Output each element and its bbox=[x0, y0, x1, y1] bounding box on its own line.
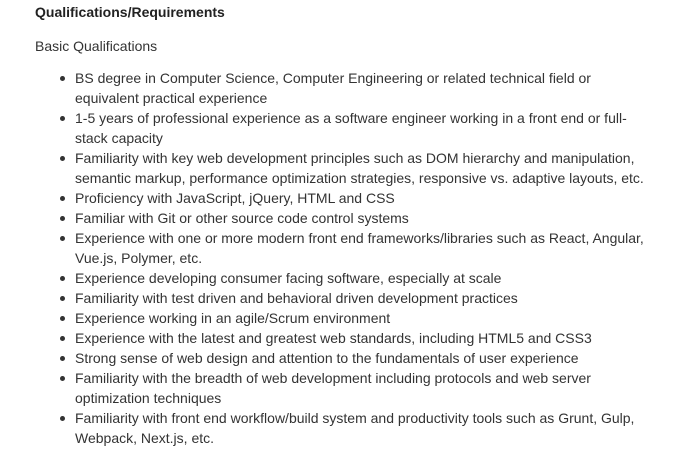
list-item-text: Experience with one or more modern front… bbox=[75, 230, 644, 266]
list-item-text: Familiarity with key web development pri… bbox=[75, 150, 644, 186]
bullet-icon bbox=[60, 336, 65, 341]
bullet-icon bbox=[60, 216, 65, 221]
bullet-icon bbox=[60, 416, 65, 421]
list-item: BS degree in Computer Science, Computer … bbox=[60, 68, 645, 108]
list-item: Familiarity with test driven and behavio… bbox=[60, 288, 645, 308]
list-item-text: Familiarity with front end workflow/buil… bbox=[75, 410, 635, 446]
list-item-text: Experience working in an agile/Scrum env… bbox=[75, 310, 391, 326]
bullet-icon bbox=[60, 376, 65, 381]
list-item-text: Experience with the latest and greatest … bbox=[75, 330, 592, 346]
requirements-list: BS degree in Computer Science, Computer … bbox=[35, 68, 645, 448]
job-requirements-section: Qualifications/Requirements Basic Qualif… bbox=[0, 0, 684, 463]
bullet-icon bbox=[60, 116, 65, 121]
list-item: Familiarity with front end workflow/buil… bbox=[60, 408, 645, 448]
list-item: Familiarity with the breadth of web deve… bbox=[60, 368, 645, 408]
list-item-text: Familiar with Git or other source code c… bbox=[75, 210, 409, 226]
list-item: Experience with the latest and greatest … bbox=[60, 328, 645, 348]
list-item: Familiarity with key web development pri… bbox=[60, 148, 645, 188]
bullet-icon bbox=[60, 276, 65, 281]
list-item-text: Proficiency with JavaScript, jQuery, HTM… bbox=[75, 190, 395, 206]
list-item: Strong sense of web design and attention… bbox=[60, 348, 645, 368]
list-item: Proficiency with JavaScript, jQuery, HTM… bbox=[60, 188, 645, 208]
list-item-text: Familiarity with test driven and behavio… bbox=[75, 290, 518, 306]
basic-qualifications-subheading: Basic Qualifications bbox=[35, 38, 158, 54]
bullet-icon bbox=[60, 156, 65, 161]
bullet-icon bbox=[60, 296, 65, 301]
list-item-text: Experience developing consumer facing so… bbox=[75, 270, 502, 286]
bullet-icon bbox=[60, 196, 65, 201]
list-item: 1-5 years of professional experience as … bbox=[60, 108, 645, 148]
bullet-icon bbox=[60, 316, 65, 321]
bullet-icon bbox=[60, 76, 65, 81]
list-item: Experience with one or more modern front… bbox=[60, 228, 645, 268]
list-item-text: Familiarity with the breadth of web deve… bbox=[75, 370, 591, 406]
list-item: Familiar with Git or other source code c… bbox=[60, 208, 645, 228]
list-item-text: Strong sense of web design and attention… bbox=[75, 350, 579, 366]
list-item: Experience working in an agile/Scrum env… bbox=[60, 308, 645, 328]
list-item-text: 1-5 years of professional experience as … bbox=[75, 110, 627, 146]
bullet-icon bbox=[60, 236, 65, 241]
section-heading: Qualifications/Requirements bbox=[35, 4, 225, 20]
list-item: Experience developing consumer facing so… bbox=[60, 268, 645, 288]
list-item-text: BS degree in Computer Science, Computer … bbox=[75, 70, 591, 106]
bullet-icon bbox=[60, 356, 65, 361]
